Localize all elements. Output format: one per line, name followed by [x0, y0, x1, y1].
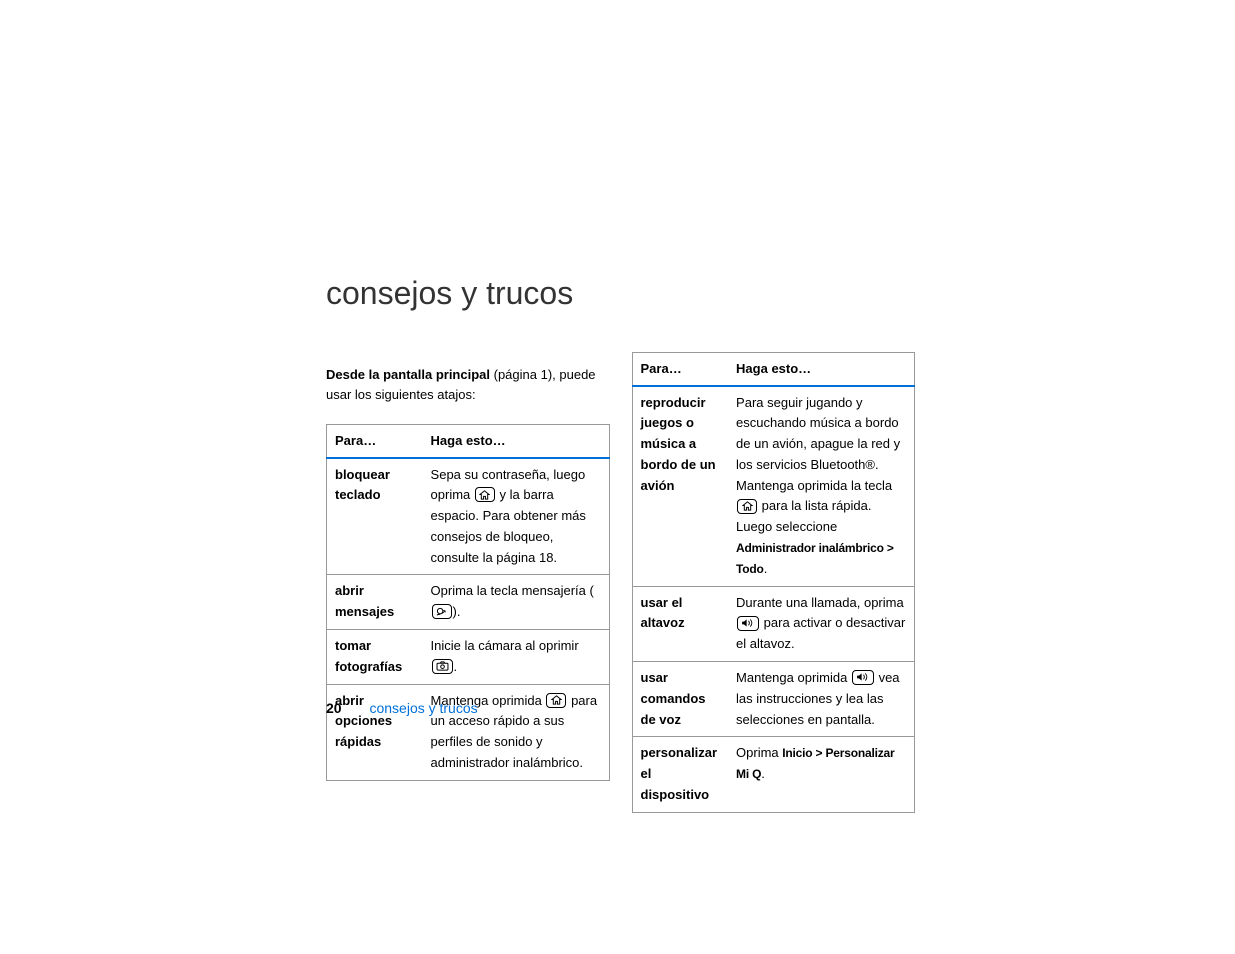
home-icon: [737, 499, 757, 514]
row-action: Oprima Inicio > Personalizar Mi Q.: [728, 737, 914, 812]
footer-title: consejos y trucos: [369, 700, 477, 716]
camera-icon: [432, 659, 453, 674]
row-para: tomar fotografías: [327, 630, 423, 685]
speaker-icon: [737, 616, 759, 631]
table-row: personalizar el dispositivoOprima Inicio…: [632, 737, 915, 812]
table-row: bloquear tecladoSepa su contraseña, lueg…: [327, 458, 610, 575]
tips-table-left: Para… Haga esto… bloquear tecladoSepa su…: [326, 424, 610, 781]
row-action: Para seguir jugando y escuchando música …: [728, 386, 914, 587]
col-header-para: Para…: [632, 353, 728, 386]
row-action: Oprima la tecla mensajería ().: [423, 575, 609, 630]
page-footer: 20 consejos y trucos: [326, 700, 478, 716]
row-para: reproducir juegos o música a bordo de un…: [632, 386, 728, 587]
home-icon: [546, 693, 566, 708]
right-column: Para… Haga esto… reproducir juegos o mús…: [632, 352, 916, 813]
table-row: usar comandos de vozMantenga oprimida ve…: [632, 662, 915, 737]
page-number: 20: [326, 700, 342, 716]
row-action: Mantenga oprimida vea las instrucciones …: [728, 662, 914, 737]
table-row: reproducir juegos o música a bordo de un…: [632, 386, 915, 587]
col-header-haga: Haga esto…: [423, 425, 609, 458]
row-action: Mantenga oprimida para un acceso rápido …: [423, 684, 609, 780]
table-row: abrir opciones rápidasMantenga oprimida …: [327, 684, 610, 780]
row-action: Inicie la cámara al oprimir .: [423, 630, 609, 685]
row-action: Durante una llamada, oprima para activar…: [728, 586, 914, 661]
tips-table-right: Para… Haga esto… reproducir juegos o mús…: [632, 352, 916, 813]
row-para: abrir mensajes: [327, 575, 423, 630]
col-header-haga: Haga esto…: [728, 353, 914, 386]
table-row: usar el altavozDurante una llamada, opri…: [632, 586, 915, 661]
menu-path: Inicio > Personalizar Mi Q: [736, 746, 894, 781]
row-para: usar comandos de voz: [632, 662, 728, 737]
page-title: consejos y trucos: [326, 275, 915, 312]
home-icon: [475, 487, 495, 502]
table-row: tomar fotografíasInicie la cámara al opr…: [327, 630, 610, 685]
left-column: Desde la pantalla principal (página 1), …: [326, 352, 610, 813]
col-header-para: Para…: [327, 425, 423, 458]
row-para: abrir opciones rápidas: [327, 684, 423, 780]
row-action: Sepa su contraseña, luego oprima y la ba…: [423, 458, 609, 575]
row-para: bloquear teclado: [327, 458, 423, 575]
row-para: usar el altavoz: [632, 586, 728, 661]
table-row: abrir mensajesOprima la tecla mensajería…: [327, 575, 610, 630]
menu-path: Administrador inalámbrico > Todo: [736, 541, 894, 576]
row-para: personalizar el dispositivo: [632, 737, 728, 812]
intro-text: Desde la pantalla principal (página 1), …: [326, 365, 610, 404]
message-icon: [432, 604, 452, 619]
speaker-icon: [852, 670, 874, 685]
